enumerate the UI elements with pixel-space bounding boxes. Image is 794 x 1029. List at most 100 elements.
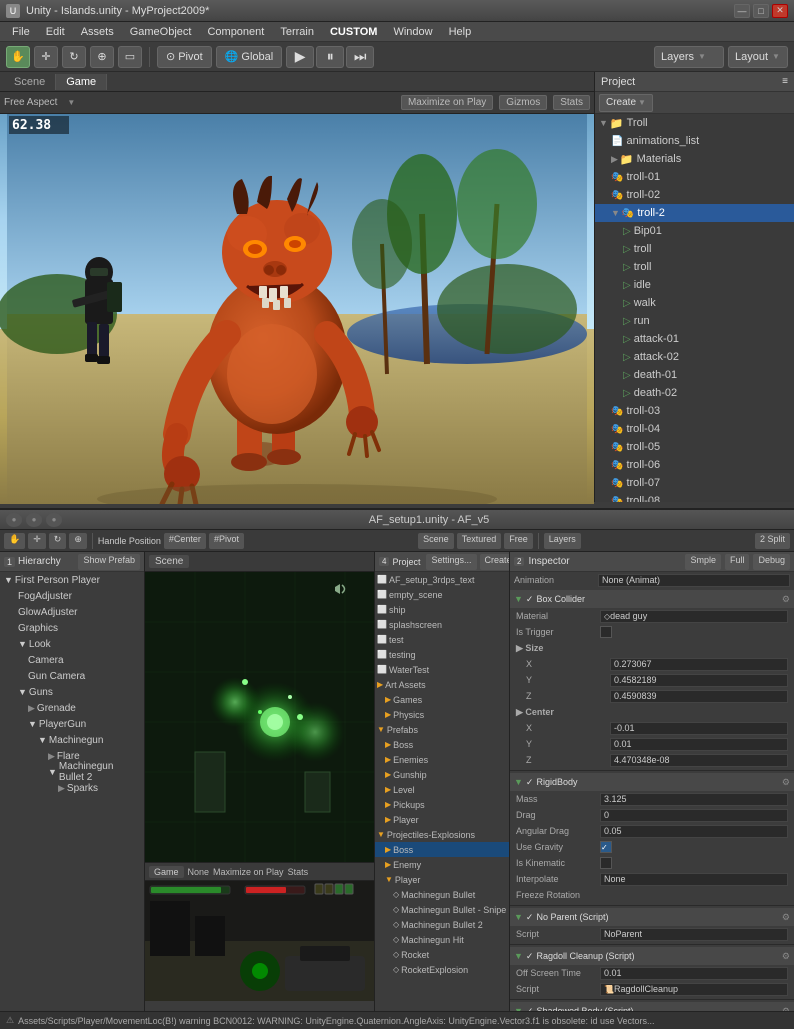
hierarchy-item-grenade[interactable]: ▶ Grenade (0, 700, 144, 716)
free-tab-sm[interactable]: Free (504, 533, 533, 549)
show-prefab-btn[interactable]: Show Prefab (78, 554, 140, 570)
maximize-button[interactable]: □ (753, 4, 769, 18)
full-btn[interactable]: Full (725, 554, 750, 570)
proj-item-watertest[interactable]: ⬜ WaterTest (375, 662, 509, 677)
tree-item-troll02[interactable]: 🎭 troll-02 (595, 186, 794, 204)
osx-minimize-icon[interactable]: ● (26, 513, 42, 527)
textured-tab-sm[interactable]: Textured (457, 533, 502, 549)
kinematic-checkbox[interactable] (600, 857, 612, 869)
proj-item-rocket-exp[interactable]: ◇ RocketExplosion (375, 962, 509, 977)
tree-item-troll2[interactable]: ▼ 🎭 troll-2 (595, 204, 794, 222)
debug-btn[interactable]: Debug (753, 554, 790, 570)
center-x-value[interactable]: -0.01 (610, 722, 788, 735)
tool-btn-4[interactable]: ⊕ (69, 533, 87, 549)
game-tab[interactable]: Game (56, 74, 107, 90)
rd-script-value[interactable]: 0.01 (600, 967, 788, 980)
hierarchy-item-guns[interactable]: ▼ Guns (0, 684, 144, 700)
proj-item-gunship[interactable]: ▶ Gunship (375, 767, 509, 782)
proj-item-empty[interactable]: ⬜ empty_scene (375, 587, 509, 602)
material-value[interactable]: ◇ dead guy (600, 610, 788, 623)
hierarchy-item-camera[interactable]: Camera (0, 652, 144, 668)
tool-btn-2[interactable]: ✛ (28, 533, 46, 549)
menu-gameobject[interactable]: GameObject (122, 24, 200, 40)
play-button[interactable]: ▶ (286, 46, 314, 68)
tree-item-troll05[interactable]: 🎭 troll-05 (595, 438, 794, 456)
proj-item-splash[interactable]: ⬜ splashscreen (375, 617, 509, 632)
tree-item-troll-mesh[interactable]: ▷ troll (595, 240, 794, 258)
proj-item-mg-bullet2[interactable]: ◇ Machinegun Bullet 2 (375, 917, 509, 932)
proj-item-level[interactable]: ▶ Level (375, 782, 509, 797)
menu-edit[interactable]: Edit (38, 24, 73, 40)
tree-item-run[interactable]: ▷ run (595, 312, 794, 330)
tree-item-animations[interactable]: 📄 animations_list (595, 132, 794, 150)
mass-value[interactable]: 3.125 (600, 793, 788, 806)
menu-component[interactable]: Component (199, 24, 272, 40)
global-button[interactable]: 🌐 Global (216, 46, 283, 68)
menu-assets[interactable]: Assets (73, 24, 122, 40)
rigidbody-header[interactable]: ▼ ✓ RigidBody ⚙ (510, 773, 794, 791)
tree-item-attack01[interactable]: ▷ attack-01 (595, 330, 794, 348)
trigger-checkbox[interactable] (600, 626, 612, 638)
proj-item-mg-bullet[interactable]: ◇ Machinegun Bullet (375, 887, 509, 902)
osx-maximize-icon[interactable]: ● (46, 513, 62, 527)
proj-item-games[interactable]: ▶ Games (375, 692, 509, 707)
menu-custom[interactable]: CUSTOM (322, 24, 385, 40)
animation-value[interactable]: None (Animat) (598, 574, 790, 587)
tree-item-troll-root[interactable]: ▼ 📁 Troll (595, 114, 794, 132)
proj-settings-btn[interactable]: Settings... (426, 554, 476, 570)
proj-item-mg-hit[interactable]: ◇ Machinegun Hit (375, 932, 509, 947)
rotate-tool-button[interactable]: ↻ (62, 46, 86, 68)
proj-item-boss[interactable]: ▶ Boss (375, 737, 509, 752)
menu-help[interactable]: Help (441, 24, 480, 40)
np-script-value[interactable]: NoParent (600, 928, 788, 941)
interp-value[interactable]: None (600, 873, 788, 886)
tool-btn-3[interactable]: ↻ (49, 533, 67, 549)
noparent-header[interactable]: ▼ ✓ No Parent (Script) ⚙ (510, 908, 794, 926)
tree-item-idle[interactable]: ▷ idle (595, 276, 794, 294)
tree-item-troll-anim[interactable]: ▷ troll (595, 258, 794, 276)
size-x-value[interactable]: 0.273067 (610, 658, 788, 671)
tree-item-death02[interactable]: ▷ death-02 (595, 384, 794, 402)
pivot-button[interactable]: ⊙ Pivot (157, 46, 212, 68)
size-y-value[interactable]: 0.4582189 (610, 674, 788, 687)
tree-item-troll08[interactable]: 🎭 troll-08 (595, 492, 794, 502)
hierarchy-item-guncamera[interactable]: Gun Camera (0, 668, 144, 684)
osx-close-icon[interactable]: ● (6, 513, 22, 527)
tree-item-death01[interactable]: ▷ death-01 (595, 366, 794, 384)
game-sm-tab[interactable]: Game (149, 866, 184, 878)
menu-file[interactable]: File (4, 24, 38, 40)
angdrag-value[interactable]: 0.05 (600, 825, 788, 838)
tree-item-troll01[interactable]: 🎭 troll-01 (595, 168, 794, 186)
box-collider-header[interactable]: ▼ ✓ Box Collider ⚙ (510, 590, 794, 608)
tool-btn-1[interactable]: ✋ (4, 533, 25, 549)
center-z-value[interactable]: 4.470348e-08 (610, 754, 788, 767)
scene-tab-sm[interactable]: Scene (418, 533, 454, 549)
hierarchy-item-mgbullet2[interactable]: ▼ Machinegun Bullet 2 (0, 764, 144, 780)
tree-item-troll06[interactable]: 🎭 troll-06 (595, 456, 794, 474)
tree-item-attack02[interactable]: ▷ attack-02 (595, 348, 794, 366)
menu-window[interactable]: Window (385, 24, 440, 40)
proj-item-pe-boss[interactable]: ▶ Boss (375, 842, 509, 857)
pivot-btn[interactable]: #Pivot (209, 533, 244, 549)
hierarchy-item-playergun[interactable]: ▼ PlayerGun (0, 716, 144, 732)
simple-btn[interactable]: Smple (685, 554, 721, 570)
scene-tab-btn[interactable]: Scene (149, 555, 189, 568)
ragdoll-header[interactable]: ▼ ✓ Ragdoll Cleanup (Script) ⚙ (510, 947, 794, 965)
scene-tab[interactable]: Scene (4, 74, 56, 90)
proj-item-pe-player[interactable]: ▼ Player (375, 872, 509, 887)
menu-terrain[interactable]: Terrain (272, 24, 322, 40)
center-btn[interactable]: #Center (164, 533, 206, 549)
layers-dropdown[interactable]: Layers ▼ (654, 46, 724, 68)
rd-script2-value[interactable]: 📜 RagdollCleanup (600, 983, 788, 996)
rect-tool-button[interactable]: ▭ (118, 46, 142, 68)
project-create-button[interactable]: Create ▼ (599, 94, 653, 112)
tree-item-bip01[interactable]: ▷ Bip01 (595, 222, 794, 240)
gravity-checkbox[interactable]: ✓ (600, 841, 612, 853)
proj-item-mg-bullet-snipe[interactable]: ◇ Machinegun Bullet - Snipe (375, 902, 509, 917)
hierarchy-item-fogadjuster[interactable]: FogAdjuster (0, 588, 144, 604)
move-tool-button[interactable]: ✛ (34, 46, 58, 68)
proj-item-pickups[interactable]: ▶ Pickups (375, 797, 509, 812)
hand-tool-button[interactable]: ✋ (6, 46, 30, 68)
tree-item-materials[interactable]: ▶ 📁 Materials (595, 150, 794, 168)
hierarchy-item-glowadjuster[interactable]: GlowAdjuster (0, 604, 144, 620)
